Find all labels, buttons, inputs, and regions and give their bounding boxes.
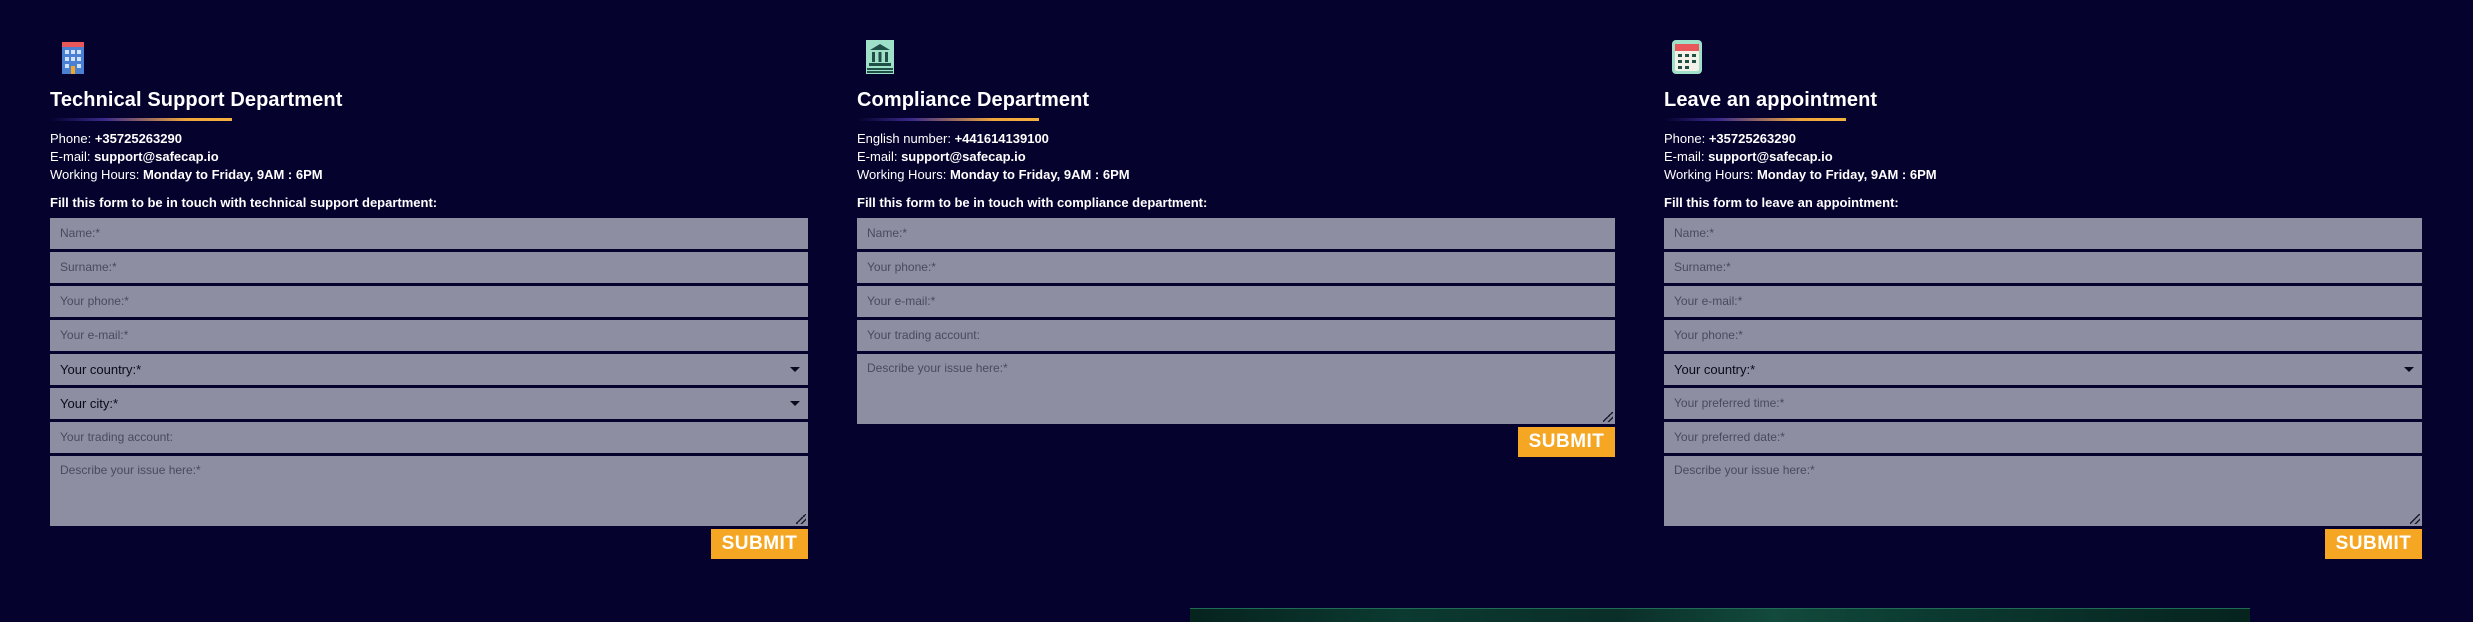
email-line: E-mail: support@safecap.io xyxy=(50,148,808,166)
phone-label: Phone: xyxy=(1664,131,1709,146)
name-input[interactable]: Name:* xyxy=(857,218,1615,249)
chevron-down-icon xyxy=(790,367,800,372)
compliance-section: Compliance Department English number: +4… xyxy=(857,0,1615,622)
form-note: Fill this form to be in touch with compl… xyxy=(857,195,1208,210)
phone-label: English number: xyxy=(857,131,955,146)
hours-label: Working Hours: xyxy=(50,167,143,182)
chevron-down-icon xyxy=(790,401,800,406)
phone-line: Phone: +35725263290 xyxy=(1664,130,2422,148)
technical-support-form: Name:* Surname:* Your phone:* Your e-mai… xyxy=(50,218,808,526)
section-title: Leave an appointment xyxy=(1664,89,1878,111)
hours-line: Working Hours: Monday to Friday, 9AM : 6… xyxy=(1664,166,2422,184)
phone-value: +35725263290 xyxy=(1708,131,1796,146)
issue-placeholder: Describe your issue here:* xyxy=(867,361,1008,375)
city-select[interactable]: Your city:* xyxy=(50,388,808,419)
phone-input[interactable]: Your phone:* xyxy=(1664,320,2422,351)
title-underline xyxy=(1664,118,1846,121)
surname-input[interactable]: Surname:* xyxy=(50,252,808,283)
form-note: Fill this form to leave an appointment: xyxy=(1664,195,1899,210)
phone-value: +35725263290 xyxy=(94,131,182,146)
phone-value: +441614139100 xyxy=(954,131,1049,146)
email-input[interactable]: Your e-mail:* xyxy=(1664,286,2422,317)
hours-label: Working Hours: xyxy=(857,167,950,182)
country-select-value: Your country:* xyxy=(1674,362,1756,377)
email-value: support@safecap.io xyxy=(94,149,219,164)
issue-placeholder: Describe your issue here:* xyxy=(1674,463,1815,477)
title-underline xyxy=(857,118,1039,121)
email-line: E-mail: support@safecap.io xyxy=(857,148,1615,166)
email-label: E-mail: xyxy=(50,149,95,164)
submit-button[interactable]: SUBMIT xyxy=(1518,427,1615,457)
phone-line: English number: +441614139100 xyxy=(857,130,1615,148)
hours-line: Working Hours: Monday to Friday, 9AM : 6… xyxy=(857,166,1615,184)
submit-row: SUBMIT xyxy=(50,529,808,559)
resize-grip-icon[interactable] xyxy=(2410,514,2420,524)
hours-value: Monday to Friday, 9AM : 6PM xyxy=(1756,167,1937,182)
background-image-strip xyxy=(1190,608,2250,622)
section-title: Technical Support Department xyxy=(50,89,343,111)
hours-label: Working Hours: xyxy=(1664,167,1757,182)
contact-info: Phone: +35725263290 E-mail: support@safe… xyxy=(1664,130,2422,184)
technical-support-section: Technical Support Department Phone: +357… xyxy=(50,0,808,622)
form-note: Fill this form to be in touch with techn… xyxy=(50,195,438,210)
chevron-down-icon xyxy=(2404,367,2414,372)
resize-grip-icon[interactable] xyxy=(1603,412,1613,422)
section-title: Compliance Department xyxy=(857,89,1090,111)
contact-info: Phone: +35725263290 E-mail: support@safe… xyxy=(50,130,808,184)
phone-line: Phone: +35725263290 xyxy=(50,130,808,148)
email-value: support@safecap.io xyxy=(1708,149,1833,164)
name-input[interactable]: Name:* xyxy=(1664,218,2422,249)
contact-columns: Technical Support Department Phone: +357… xyxy=(50,0,2422,622)
issue-placeholder: Describe your issue here:* xyxy=(60,463,201,477)
name-input[interactable]: Name:* xyxy=(50,218,808,249)
email-line: E-mail: support@safecap.io xyxy=(1664,148,2422,166)
phone-input[interactable]: Your phone:* xyxy=(50,286,808,317)
hours-line: Working Hours: Monday to Friday, 9AM : 6… xyxy=(50,166,808,184)
submit-row: SUBMIT xyxy=(1664,529,2422,559)
submit-row: SUBMIT xyxy=(857,427,1615,457)
country-select[interactable]: Your country:* xyxy=(1664,354,2422,385)
appointment-section: Leave an appointment Phone: +35725263290… xyxy=(1664,0,2422,622)
hours-value: Monday to Friday, 9AM : 6PM xyxy=(142,167,323,182)
title-underline xyxy=(50,118,232,121)
issue-textarea[interactable]: Describe your issue here:* xyxy=(857,354,1615,424)
email-value: support@safecap.io xyxy=(901,149,1026,164)
phone-label: Phone: xyxy=(50,131,95,146)
email-input[interactable]: Your e-mail:* xyxy=(857,286,1615,317)
hours-value: Monday to Friday, 9AM : 6PM xyxy=(949,167,1130,182)
compliance-form: Name:* Your phone:* Your e-mail:* Your t… xyxy=(857,218,1615,424)
resize-grip-icon[interactable] xyxy=(796,514,806,524)
trading-account-input[interactable]: Your trading account: xyxy=(50,422,808,453)
surname-input[interactable]: Surname:* xyxy=(1664,252,2422,283)
calendar-icon xyxy=(1664,36,2422,76)
issue-textarea[interactable]: Describe your issue here:* xyxy=(50,456,808,526)
city-select-value: Your city:* xyxy=(60,396,119,411)
appointment-form: Name:* Surname:* Your e-mail:* Your phon… xyxy=(1664,218,2422,526)
phone-input[interactable]: Your phone:* xyxy=(857,252,1615,283)
contact-info: English number: +441614139100 E-mail: su… xyxy=(857,130,1615,184)
country-select-value: Your country:* xyxy=(60,362,142,377)
issue-textarea[interactable]: Describe your issue here:* xyxy=(1664,456,2422,526)
submit-button[interactable]: SUBMIT xyxy=(2325,529,2422,559)
submit-button[interactable]: SUBMIT xyxy=(711,529,808,559)
preferred-date-input[interactable]: Your preferred date:* xyxy=(1664,422,2422,453)
email-label: E-mail: xyxy=(857,149,902,164)
preferred-time-input[interactable]: Your preferred time:* xyxy=(1664,388,2422,419)
office-building-icon xyxy=(50,36,808,76)
email-label: E-mail: xyxy=(1664,149,1709,164)
email-input[interactable]: Your e-mail:* xyxy=(50,320,808,351)
bank-building-icon xyxy=(857,36,1615,76)
trading-account-input[interactable]: Your trading account: xyxy=(857,320,1615,351)
country-select[interactable]: Your country:* xyxy=(50,354,808,385)
